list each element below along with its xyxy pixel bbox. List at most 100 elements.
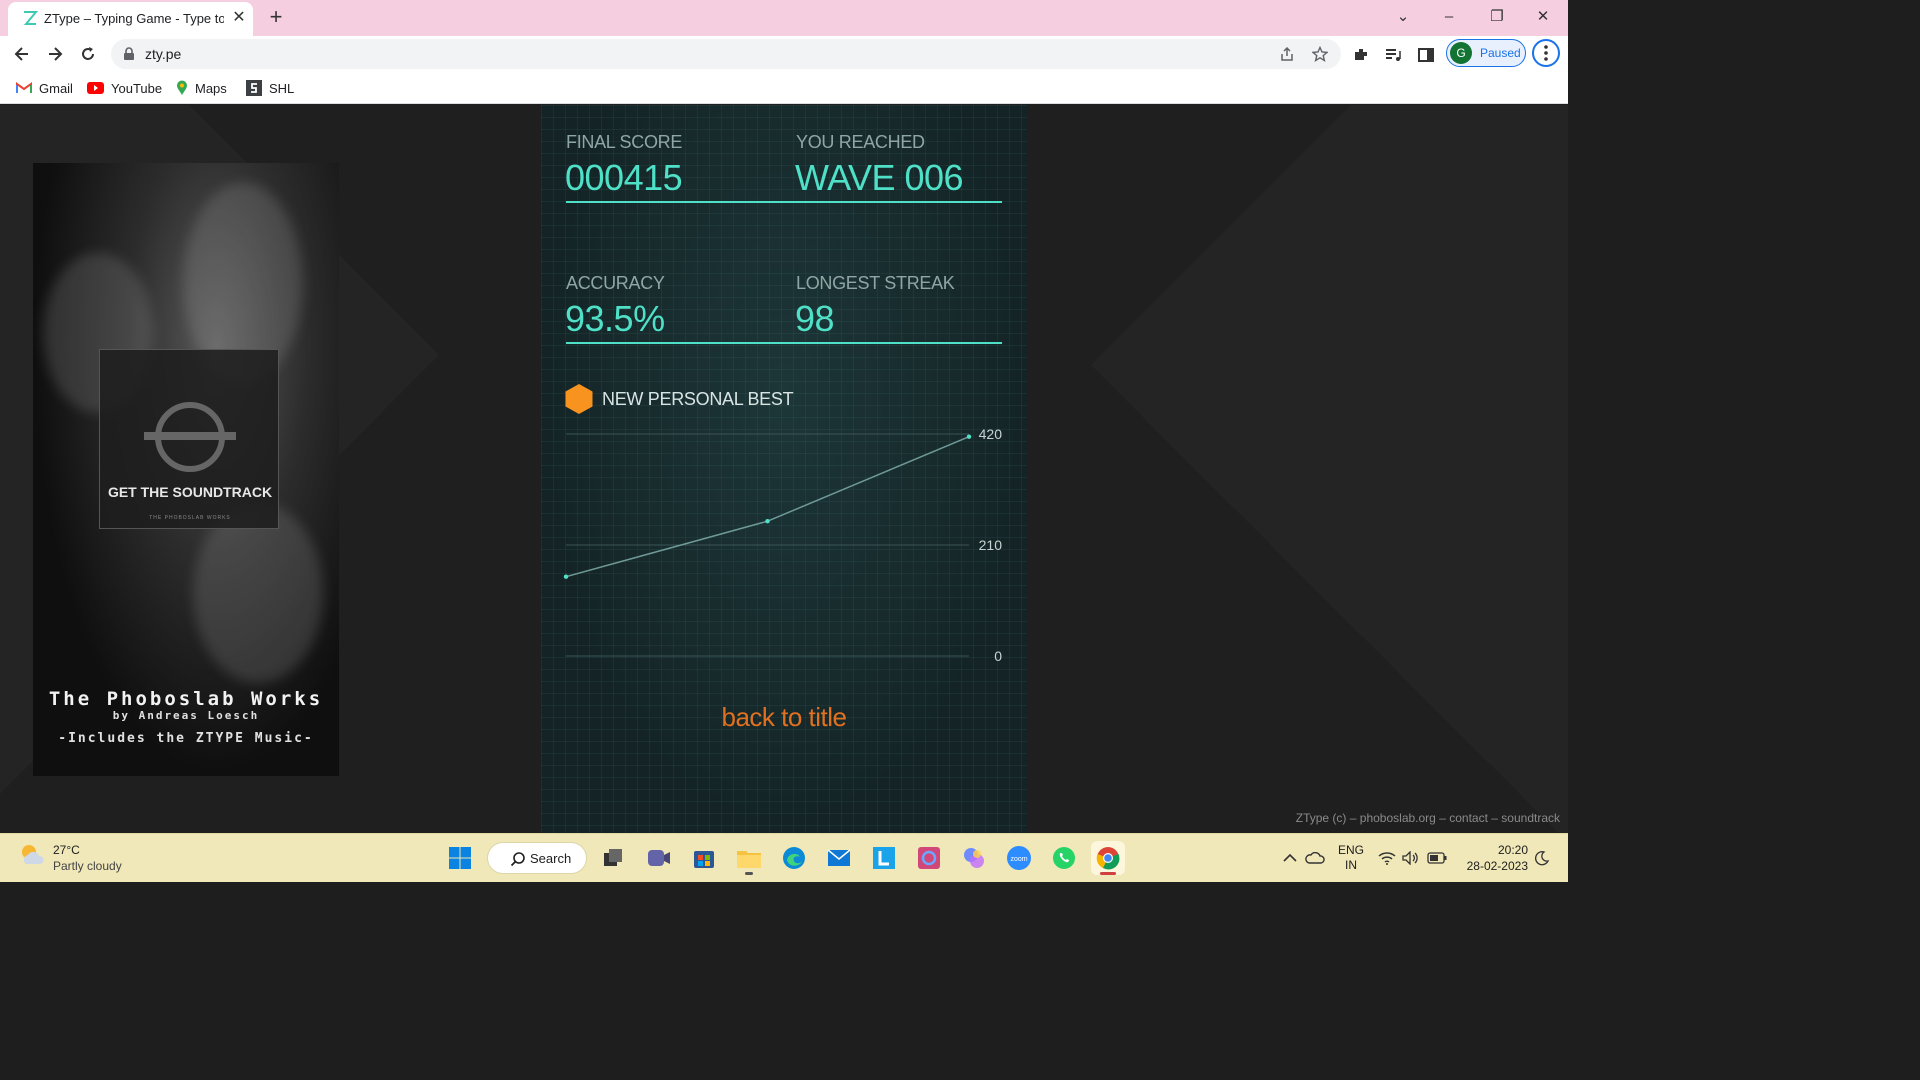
minimize-button[interactable]: – bbox=[1426, 2, 1472, 32]
streak-label: LONGEST STREAK bbox=[796, 273, 955, 293]
bookmark-shl[interactable]: SHL bbox=[246, 78, 294, 98]
phoboslab-logo bbox=[144, 432, 236, 440]
back-to-title-link[interactable]: back to title bbox=[541, 702, 1027, 733]
browser-toolbar: zty.pe G Paused bbox=[0, 36, 1568, 72]
close-window-button[interactable]: ✕ bbox=[1520, 2, 1566, 32]
wave-label: YOU REACHED bbox=[796, 132, 925, 152]
weather-temp: 27°C bbox=[53, 843, 80, 857]
search-label: Search bbox=[530, 851, 572, 866]
restore-button[interactable]: ❐ bbox=[1474, 2, 1520, 32]
windows-logo-icon bbox=[449, 847, 471, 869]
app-circle-icon bbox=[918, 847, 940, 869]
page-footer: ZType (c) – phoboslab.org – contact – so… bbox=[1296, 811, 1560, 825]
whatsapp-icon bbox=[1053, 847, 1075, 869]
language-indicator[interactable]: ENG IN bbox=[1336, 843, 1366, 873]
streak-value: 98 bbox=[795, 298, 835, 339]
mail-icon bbox=[827, 849, 851, 866]
tab-ztype[interactable]: ZType – Typing Game - Type to S ✕ bbox=[8, 2, 253, 36]
media-queue-icon[interactable] bbox=[1382, 44, 1404, 66]
chart-y-tick-label: 420 bbox=[979, 426, 1003, 442]
ad-title: The Phoboslab Works bbox=[48, 688, 324, 710]
app-button-pink[interactable] bbox=[912, 841, 946, 875]
new-tab-button[interactable]: + bbox=[263, 4, 289, 30]
extensions-icon[interactable] bbox=[1350, 44, 1372, 66]
taskbar-search[interactable]: Search bbox=[487, 842, 587, 874]
back-button[interactable] bbox=[8, 40, 36, 68]
accuracy-label: ACCURACY bbox=[566, 273, 665, 293]
phoboslab-link[interactable]: phoboslab.org bbox=[1360, 811, 1436, 825]
back-arrow-icon bbox=[14, 47, 28, 61]
edge-button[interactable] bbox=[777, 841, 811, 875]
whatsapp-button[interactable] bbox=[1047, 841, 1081, 875]
maps-icon bbox=[177, 80, 187, 95]
shl-icon bbox=[246, 80, 262, 96]
bookmark-label: YouTube bbox=[111, 80, 163, 96]
chrome-button[interactable] bbox=[1091, 841, 1125, 875]
bookmark-gmail[interactable]: Gmail bbox=[16, 78, 73, 98]
tab-search-chevron-icon[interactable]: ⌄ bbox=[1380, 2, 1426, 32]
final-score-value: 000415 bbox=[565, 157, 683, 198]
personal-best-label: NEW PERSONAL BEST bbox=[602, 389, 794, 409]
teams-button[interactable] bbox=[642, 841, 676, 875]
footer-copyright: ZType (c) – bbox=[1295, 811, 1357, 825]
wave-value: WAVE 006 bbox=[795, 157, 964, 198]
onedrive-cloud-icon[interactable] bbox=[1303, 841, 1327, 875]
search-icon bbox=[510, 852, 525, 867]
reload-button[interactable] bbox=[74, 40, 102, 68]
forward-arrow-icon bbox=[49, 47, 63, 61]
weather-desc: Partly cloudy bbox=[53, 859, 122, 873]
task-view-button[interactable] bbox=[596, 841, 630, 875]
bookmarks-bar: Gmail YouTube Maps SHL bbox=[0, 72, 1568, 104]
start-button[interactable] bbox=[443, 841, 477, 875]
side-panel-icon[interactable] bbox=[1415, 44, 1437, 66]
personal-best-hexagon-icon bbox=[565, 384, 593, 414]
partly-cloudy-icon bbox=[22, 845, 44, 864]
chart-point bbox=[765, 519, 770, 524]
file-explorer-button[interactable] bbox=[732, 841, 766, 875]
bookmark-star-icon[interactable] bbox=[1311, 45, 1329, 63]
zoom-icon: zoom bbox=[1007, 846, 1031, 870]
youtube-icon bbox=[87, 82, 104, 94]
soundtrack-box[interactable]: GET THE SOUNDTRACK THE PHOBOSLAB WORKS bbox=[99, 349, 279, 529]
mail-button[interactable] bbox=[822, 841, 856, 875]
wifi-icon[interactable] bbox=[1376, 841, 1398, 875]
volume-icon[interactable] bbox=[1400, 841, 1422, 875]
l-app-button[interactable] bbox=[867, 841, 901, 875]
teams-icon bbox=[648, 850, 670, 866]
tray-overflow-chevron-icon[interactable] bbox=[1279, 841, 1301, 875]
tab-strip: ZType – Typing Game - Type to S ✕ + ⌄ – … bbox=[0, 0, 1568, 36]
soundtrack-link[interactable]: soundtrack bbox=[1501, 811, 1560, 825]
tab-close-icon[interactable]: ✕ bbox=[230, 9, 248, 27]
contact-link[interactable]: contact bbox=[1449, 811, 1488, 825]
focus-moon-icon[interactable] bbox=[1530, 841, 1554, 875]
system-clock[interactable]: 20:20 28-02-2023 bbox=[1458, 842, 1528, 874]
weather-widget[interactable]: 27°C Partly cloudy bbox=[18, 842, 138, 876]
edge-icon bbox=[783, 847, 805, 869]
footer-separator: – bbox=[1439, 811, 1446, 825]
app-button-colorful[interactable] bbox=[957, 841, 991, 875]
bookmark-maps[interactable]: Maps bbox=[176, 78, 227, 98]
chart-y-tick-label: 210 bbox=[979, 537, 1003, 553]
app-gradient-icon bbox=[964, 848, 984, 868]
lock-icon bbox=[124, 47, 134, 60]
game-over-panel: FINAL SCORE 000415 YOU REACHED WAVE 006 … bbox=[541, 105, 1027, 833]
final-score-label: FINAL SCORE bbox=[566, 132, 683, 152]
ztype-z-icon bbox=[23, 11, 38, 25]
forward-button[interactable] bbox=[41, 40, 69, 68]
profile-button[interactable]: G Paused bbox=[1446, 39, 1526, 67]
bookmark-youtube[interactable]: YouTube bbox=[87, 78, 162, 98]
profile-status: Paused bbox=[1480, 46, 1521, 60]
accuracy-value: 93.5% bbox=[565, 298, 665, 339]
address-bar[interactable]: zty.pe bbox=[111, 39, 1341, 69]
share-icon[interactable] bbox=[1278, 45, 1296, 63]
ad-subtitle: -Includes the ZTYPE Music- bbox=[58, 731, 314, 746]
chrome-menu-button[interactable] bbox=[1532, 39, 1560, 67]
soundtrack-ad[interactable]: GET THE SOUNDTRACK THE PHOBOSLAB WORKS T… bbox=[33, 163, 339, 776]
bookmark-label: Gmail bbox=[39, 80, 73, 96]
zoom-button[interactable]: zoom bbox=[1002, 841, 1036, 875]
clock-date: 28-02-2023 bbox=[1466, 859, 1528, 873]
store-button[interactable] bbox=[687, 841, 721, 875]
battery-icon[interactable] bbox=[1425, 841, 1449, 875]
clock-time: 20:20 bbox=[1497, 843, 1528, 857]
store-icon bbox=[694, 851, 714, 868]
